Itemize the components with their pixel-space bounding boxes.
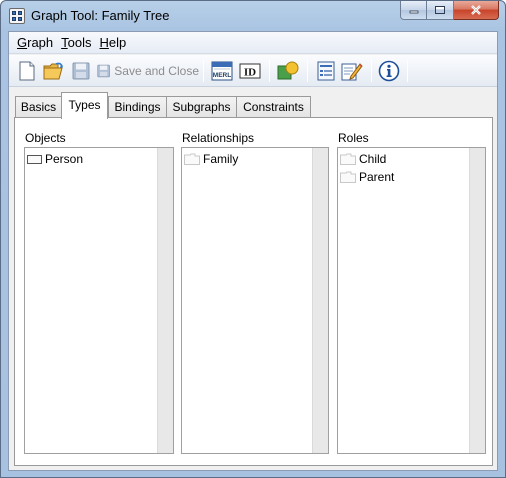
graph-tool-window: Graph Tool: Family Tree Graph Tools Help… <box>0 0 506 478</box>
toolbar-separator <box>203 60 204 82</box>
menu-help[interactable]: Help <box>96 33 131 53</box>
window-title: Graph Tool: Family Tree <box>31 8 170 23</box>
menu-help-label: Help <box>99 34 127 50</box>
list-item-label: Family <box>203 152 239 166</box>
list-item-label: Child <box>359 152 387 166</box>
new-document-icon <box>19 61 35 81</box>
objects-label: Objects <box>25 131 66 145</box>
tab-basics[interactable]: Basics <box>15 96 62 118</box>
menu-tools-label: Tools <box>61 34 92 50</box>
edit-pencil-icon <box>341 63 363 81</box>
relationships-scrollbar[interactable] <box>312 148 328 453</box>
properties-button[interactable] <box>313 59 339 83</box>
roles-list[interactable]: Child Parent <box>337 147 486 454</box>
tab-constraints[interactable]: Constraints <box>236 96 311 118</box>
client-area: Graph Tools Help Save and Close MERL ID … <box>8 31 498 471</box>
relationships-list[interactable]: Family <box>181 147 329 454</box>
roles-scrollbar[interactable] <box>469 148 485 453</box>
tab-constraints-label: Constraints <box>243 100 304 114</box>
menu-tools[interactable]: Tools <box>57 33 95 53</box>
types-tab-panel: Objects Person Relationships Family Role… <box>14 117 493 466</box>
list-item-label: Parent <box>359 170 395 184</box>
app-icon[interactable] <box>9 8 25 24</box>
maximize-button[interactable] <box>427 1 454 20</box>
toolbar: Save and Close MERL ID <box>9 55 497 87</box>
svg-text:MERL: MERL <box>213 72 231 79</box>
toolbar-separator <box>407 60 408 82</box>
tab-types-label: Types <box>68 98 101 112</box>
shapes-button[interactable] <box>275 59 301 83</box>
new-button[interactable] <box>15 59 39 83</box>
tab-subgraphs[interactable]: Subgraphs <box>166 96 237 118</box>
menu-graph[interactable]: Graph <box>13 33 57 53</box>
tab-basics-label: Basics <box>20 100 57 114</box>
tab-bindings[interactable]: Bindings <box>108 96 167 118</box>
list-item-label: Person <box>45 152 84 166</box>
tab-types[interactable]: Types <box>61 92 108 119</box>
folder-icon <box>340 153 356 165</box>
toolbar-separator <box>269 60 270 82</box>
properties-list-icon <box>317 61 335 81</box>
shapes-icon <box>277 61 299 80</box>
objects-scrollbar[interactable] <box>157 148 173 453</box>
edit-button[interactable] <box>339 59 365 83</box>
relationships-label: Relationships <box>182 131 255 145</box>
list-item[interactable]: Person <box>27 150 83 168</box>
merl-editor-icon: MERL <box>211 61 233 81</box>
info-button[interactable] <box>376 59 402 83</box>
svg-text:ID: ID <box>244 67 256 79</box>
info-icon <box>378 60 400 82</box>
objects-list[interactable]: Person <box>24 147 174 454</box>
tab-bindings-label: Bindings <box>114 100 161 114</box>
list-item[interactable]: Family <box>184 150 238 168</box>
close-button[interactable] <box>454 1 499 20</box>
minimize-icon <box>409 10 418 14</box>
menu-graph-label: Graph <box>17 34 54 50</box>
object-type-icon <box>27 154 42 164</box>
id-icon: ID <box>239 63 261 79</box>
toolbar-separator <box>371 60 372 82</box>
save-icon <box>72 62 90 80</box>
tab-strip: Basics Types Bindings Subgraphs Constrai… <box>9 88 497 119</box>
toolbar-separator <box>307 60 308 82</box>
roles-label: Roles <box>338 131 369 145</box>
minimize-button[interactable] <box>400 1 427 20</box>
folder-icon <box>340 171 356 183</box>
tab-subgraphs-label: Subgraphs <box>172 100 231 114</box>
open-folder-icon <box>43 62 63 80</box>
close-icon <box>471 5 481 15</box>
title-bar[interactable]: Graph Tool: Family Tree <box>1 1 505 31</box>
save-button[interactable] <box>69 59 93 83</box>
list-item[interactable]: Child <box>340 150 386 168</box>
save-and-close-button[interactable]: Save and Close <box>97 59 199 83</box>
maximize-icon <box>435 6 445 14</box>
menu-bar: Graph Tools Help <box>9 32 497 54</box>
merl-button[interactable]: MERL <box>209 59 235 83</box>
save-close-icon <box>97 64 110 78</box>
save-and-close-label: Save and Close <box>114 64 199 78</box>
open-button[interactable] <box>42 59 66 83</box>
id-button[interactable]: ID <box>237 59 263 83</box>
folder-icon <box>184 153 200 165</box>
list-item[interactable]: Parent <box>340 168 394 186</box>
